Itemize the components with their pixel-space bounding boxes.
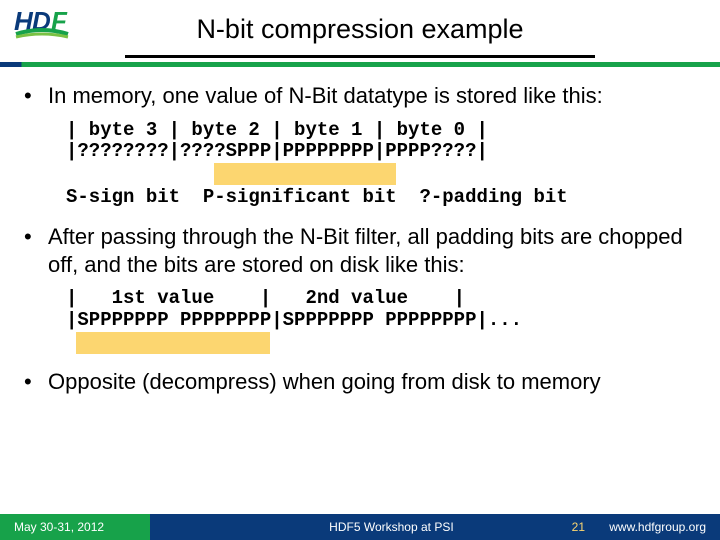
slide-title: N-bit compression example [0,8,720,45]
bullet-1-text: In memory, one value of N-Bit datatype i… [48,82,603,110]
bullet-2: • After passing through the N-Bit filter… [24,223,696,278]
code-block-1: | byte 3 | byte 2 | byte 1 | byte 0 | |?… [66,120,696,210]
highlight-row-1 [66,163,696,185]
hdf-logo: H D F [14,6,74,47]
bullet-dot: • [24,223,48,278]
highlight-row-2 [66,332,696,354]
footer-url: www.hdfgroup.org [609,520,706,534]
slide-content: • In memory, one value of N-Bit datatype… [0,60,720,395]
slide-header: H D F N-bit compression example [0,0,720,60]
slide-footer: May 30-31, 2012 HDF5 Workshop at PSI 21 … [0,514,720,540]
bullet-dot: • [24,368,48,396]
bullet-3-text: Opposite (decompress) when going from di… [48,368,601,396]
code1-line2: |????????|????SPPP|PPPPPPPP|PPPP????| [66,141,696,163]
code1-legend: S-sign bit P-significant bit ?-padding b… [66,187,696,209]
bullet-dot: • [24,82,48,110]
code2-line2: |SPPPPPPP PPPPPPPP|SPPPPPPP PPPPPPPP|... [66,310,696,332]
title-underline [125,55,595,58]
footer-right: HDF5 Workshop at PSI 21 www.hdfgroup.org [150,514,720,540]
bullet-2-text: After passing through the N-Bit filter, … [48,223,696,278]
code2-line1: | 1st value | 2nd value | [66,288,696,310]
highlight-box [76,332,270,354]
code-block-2: | 1st value | 2nd value | |SPPPPPPP PPPP… [66,288,696,354]
divider-bar [0,62,720,67]
footer-center: HDF5 Workshop at PSI [329,520,454,534]
highlight-box [214,163,396,185]
bullet-3: • Opposite (decompress) when going from … [24,368,696,396]
footer-date: May 30-31, 2012 [0,514,150,540]
bullet-1: • In memory, one value of N-Bit datatype… [24,82,696,110]
code1-line1: | byte 3 | byte 2 | byte 1 | byte 0 | [66,120,696,142]
footer-page: 21 [572,520,585,534]
